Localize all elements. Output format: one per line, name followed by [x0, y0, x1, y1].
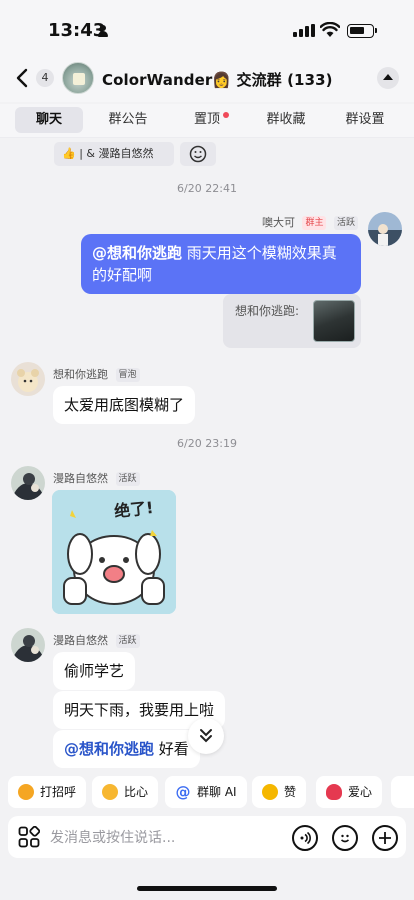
- chip-label: 赞: [284, 785, 297, 799]
- sender-name: 噢大可: [261, 216, 295, 229]
- at-icon: @: [175, 783, 191, 801]
- sender-name: 漫路自悠然: [53, 472, 108, 485]
- quote-image-thumbnail[interactable]: [313, 300, 355, 342]
- message-input[interactable]: 发消息或按住说话...: [50, 827, 175, 847]
- sender-line: 漫路自悠然 活跃: [53, 632, 140, 648]
- quoted-message[interactable]: 想和你逃跑:: [223, 294, 361, 348]
- heart-icon: [326, 784, 342, 800]
- avatar[interactable]: [11, 466, 45, 500]
- avatar[interactable]: [11, 362, 45, 396]
- sender-name: 漫路自悠然: [53, 634, 108, 647]
- voice-button[interactable]: [292, 825, 318, 851]
- wave-icon: [18, 784, 34, 800]
- apps-grid-icon[interactable]: [18, 826, 40, 848]
- tab-favorites[interactable]: 群收藏: [252, 107, 320, 133]
- owner-tag: 群主: [302, 216, 327, 230]
- double-chevron-down-icon: [200, 729, 212, 743]
- add-button[interactable]: [372, 825, 398, 851]
- sticker-text: 绝了!: [113, 497, 155, 521]
- tab-chat[interactable]: 聊天: [15, 107, 83, 133]
- timestamp: 6/20 23:19: [177, 437, 237, 450]
- status-bar: 13:43: [0, 0, 414, 56]
- unread-count-badge[interactable]: 4: [36, 69, 54, 87]
- group-avatar[interactable]: [62, 62, 94, 94]
- scroll-to-bottom-button[interactable]: [188, 718, 224, 754]
- avatar[interactable]: [11, 628, 45, 662]
- tab-settings[interactable]: 群设置: [331, 107, 399, 133]
- mention[interactable]: @想和你逃跑: [64, 740, 154, 758]
- sender-line: 想和你逃跑 冒泡: [53, 366, 140, 382]
- quick-action-heart-hand[interactable]: 比心: [92, 776, 159, 808]
- plus-icon: [379, 832, 391, 844]
- timestamp: 6/20 22:41: [177, 182, 237, 195]
- sticker-image[interactable]: 绝了!: [52, 490, 176, 614]
- reaction-chip[interactable]: 👍 | & 漫路自悠然: [54, 142, 174, 166]
- battery-icon: [347, 24, 377, 38]
- group-title[interactable]: ColorWander👩 交流群 (133): [102, 69, 333, 90]
- message-text: 好看: [154, 740, 189, 758]
- cellular-signal-icon: [293, 24, 315, 37]
- person-icon: [98, 25, 108, 37]
- quick-action-love[interactable]: 爱心: [316, 776, 383, 808]
- voice-wave-icon: [300, 831, 311, 845]
- emoji-button[interactable]: [332, 825, 358, 851]
- collapse-triangle-button[interactable]: [377, 67, 399, 89]
- sender-name: 想和你逃跑: [53, 368, 108, 381]
- chat-messages[interactable]: 👍 | & 漫路自悠然 6/20 22:41 噢大可 群主 活跃 @想和你逃跑 …: [0, 138, 414, 770]
- quick-action-like[interactable]: 赞: [252, 776, 307, 808]
- tab-bar: 聊天 群公告 置顶 群收藏 群设置: [0, 104, 414, 138]
- tab-pinned[interactable]: 置顶: [173, 107, 241, 133]
- message-bubble[interactable]: 偷师学艺: [53, 652, 136, 690]
- wifi-icon: [320, 22, 340, 37]
- avatar[interactable]: [368, 212, 402, 246]
- status-time: 13:43: [48, 20, 106, 41]
- smiley-icon: [340, 834, 350, 843]
- quick-action-greet[interactable]: 打招呼: [8, 776, 87, 808]
- smiley-icon: [189, 145, 207, 163]
- member-tag: 冒泡: [115, 368, 140, 382]
- my-message-bubble[interactable]: @想和你逃跑 雨天用这个模糊效果真的好配啊: [81, 234, 361, 294]
- back-arrow-icon[interactable]: [14, 66, 32, 90]
- chat-header: 4 ColorWander👩 交流群 (133): [0, 56, 414, 102]
- add-reaction-button[interactable]: [180, 142, 216, 166]
- chip-label: 群聊 AI: [197, 785, 237, 799]
- chip-label: 打招呼: [40, 785, 77, 799]
- mention[interactable]: @想和你逃跑: [92, 244, 182, 262]
- active-tag: 活跃: [333, 216, 358, 230]
- message-bubble[interactable]: 太爱用底图模糊了: [53, 386, 196, 424]
- message-bubble[interactable]: @想和你逃跑 好看: [53, 730, 200, 768]
- quick-action-group-ai[interactable]: @ 群聊 AI: [165, 776, 247, 808]
- home-indicator: [137, 886, 277, 891]
- thumbs-up-icon: [262, 784, 278, 800]
- quote-text: 想和你逃跑:: [235, 304, 300, 318]
- tab-pinned-label: 置顶: [193, 112, 220, 127]
- heart-hand-icon: [102, 784, 118, 800]
- sender-line: 漫路自悠然 活跃: [53, 470, 140, 486]
- active-tag: 活跃: [115, 634, 140, 648]
- notification-dot: [223, 112, 229, 118]
- active-tag: 活跃: [115, 472, 140, 486]
- quick-actions-bar: 打招呼 比心 @ 群聊 AI 赞 爱心: [0, 776, 414, 810]
- message-input-bar: 发消息或按住说话...: [8, 816, 406, 858]
- quick-action-more[interactable]: [391, 776, 414, 808]
- sender-line: 噢大可 群主 活跃: [262, 214, 358, 230]
- chip-label: 爱心: [348, 785, 373, 799]
- tab-announcement[interactable]: 群公告: [94, 107, 162, 133]
- chip-label: 比心: [124, 785, 149, 799]
